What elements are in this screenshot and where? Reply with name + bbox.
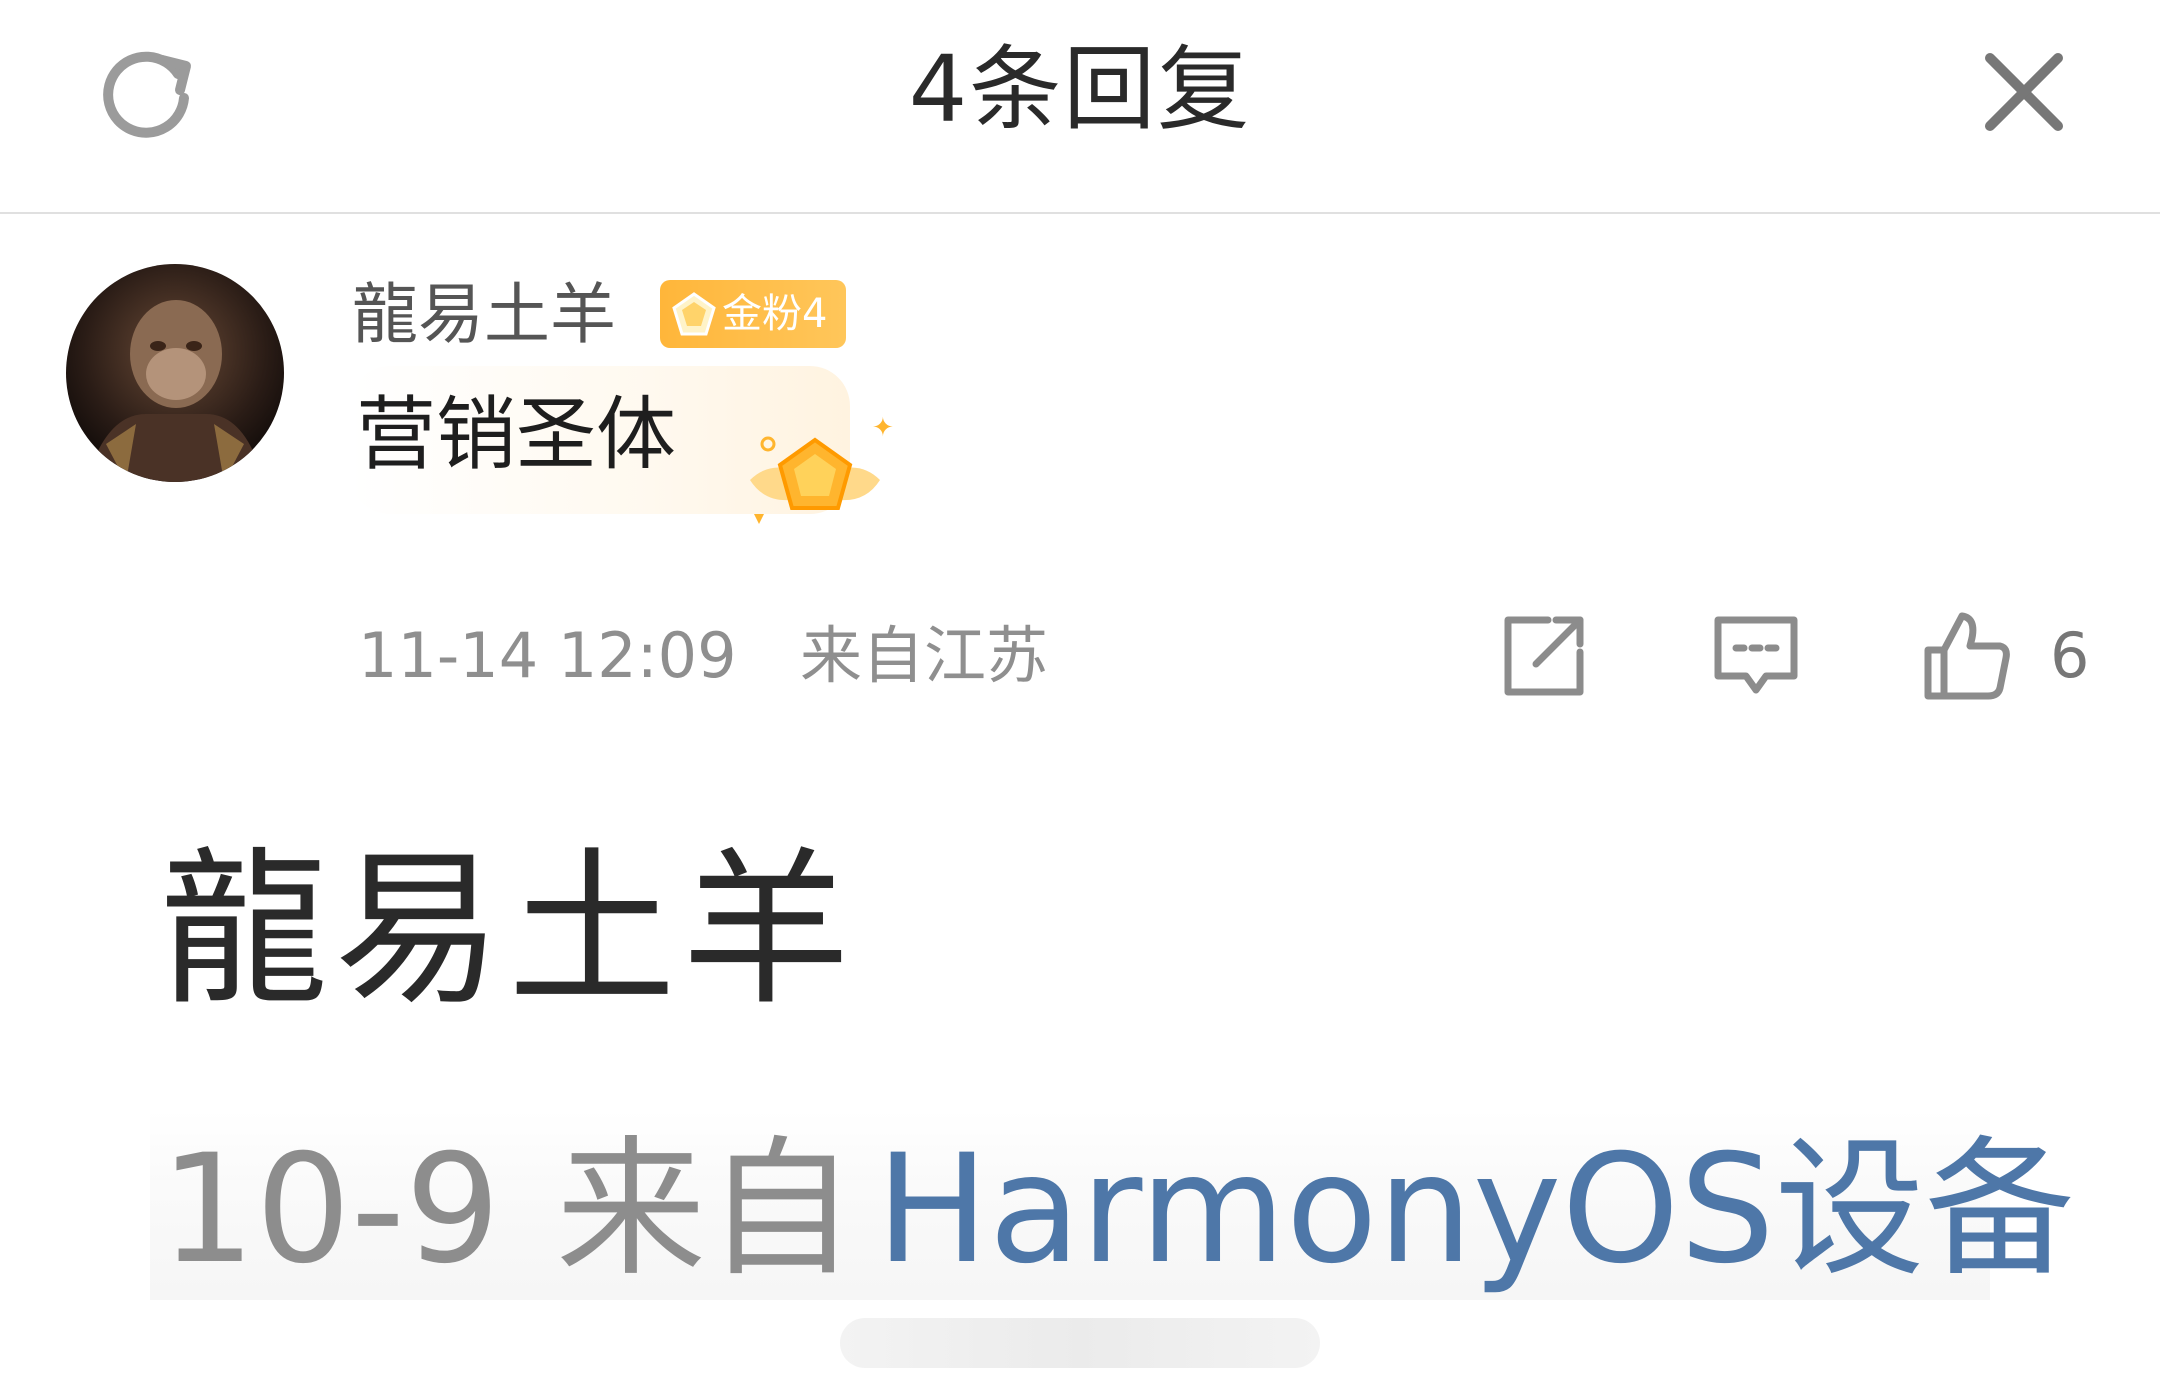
scroll-hint-bar <box>840 1318 1320 1368</box>
username[interactable]: 龍易土羊 <box>352 270 616 360</box>
close-icon[interactable] <box>1972 40 2076 144</box>
comment-meta: 11-14 12:09 来自江苏 <box>358 614 1048 698</box>
like-count[interactable]: 6 <box>2050 614 2089 698</box>
svg-text:✦: ✦ <box>872 413 894 443</box>
badge-label: 金粉4 <box>722 291 828 337</box>
location: 来自江苏 <box>799 619 1048 692</box>
overlay-username: 龍易土羊 <box>160 832 856 1028</box>
overlay-from: 来自 <box>556 1123 857 1297</box>
header-bar: 4条回复 <box>0 0 2160 214</box>
gem-icon <box>670 290 718 338</box>
reply-icon[interactable] <box>1708 608 1804 704</box>
avatar[interactable] <box>66 264 284 482</box>
fan-level-badge[interactable]: 金粉4 <box>660 280 846 348</box>
share-icon[interactable] <box>1496 608 1592 704</box>
comment-text: 营销圣体 <box>356 388 676 481</box>
gold-gem-wings-icon: ✦ <box>730 410 900 540</box>
timestamp: 11-14 12:09 <box>358 619 737 692</box>
overlay-date: 10-9 <box>160 1123 501 1297</box>
like-icon[interactable] <box>1918 608 2014 704</box>
page-title: 4条回复 <box>908 36 1252 143</box>
overlay-device-link[interactable]: HarmonyOS设备 <box>876 1120 2075 1300</box>
